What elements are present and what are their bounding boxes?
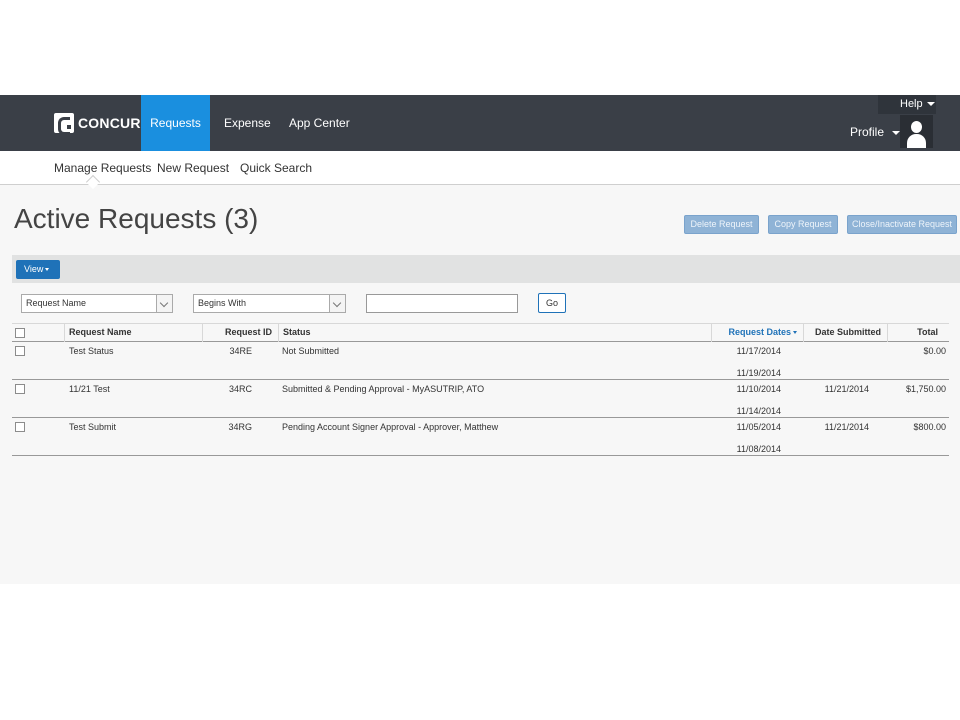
subnav-manage-requests[interactable]: Manage Requests — [54, 161, 151, 175]
request-id-cell: 34RE — [229, 346, 252, 356]
chevron-down-icon — [926, 102, 935, 107]
concur-logo[interactable]: CONCUR — [54, 113, 141, 135]
user-avatar-icon — [911, 121, 922, 133]
subnav-new-request[interactable]: New Request — [157, 161, 229, 175]
request-end-date-cell: 11/08/2014 — [736, 444, 781, 454]
request-end-date-cell: 11/19/2014 — [736, 368, 781, 378]
requests-table: Request Name Request ID Status Request D… — [12, 323, 949, 456]
request-name-cell[interactable]: 11/21 Test — [69, 384, 110, 394]
help-label: Help — [900, 98, 923, 110]
concur-logo-icon — [54, 113, 74, 135]
sort-descending-icon — [793, 331, 797, 335]
chevron-down-icon[interactable] — [156, 295, 172, 312]
filter-operator-select[interactable]: Begins With — [193, 294, 346, 313]
request-id-cell: 34RG — [228, 422, 252, 432]
column-header-total[interactable]: Total — [887, 324, 949, 342]
top-navigation-bar: CONCUR Requests Expense App Center Help … — [0, 95, 960, 151]
chevron-down-icon[interactable] — [329, 295, 345, 312]
date-submitted-cell: 11/21/2014 — [824, 384, 869, 394]
request-start-date-cell: 11/17/2014 — [736, 346, 781, 356]
app-frame: CONCUR Requests Expense App Center Help … — [0, 95, 960, 584]
table-header: Request Name Request ID Status Request D… — [12, 323, 949, 342]
page-title: Active Requests (3) — [14, 203, 259, 234]
column-header-date-submitted[interactable]: Date Submitted — [803, 324, 887, 342]
total-cell: $0.00 — [923, 346, 946, 356]
request-end-date-cell: 11/14/2014 — [736, 406, 781, 416]
total-cell: $1,750.00 — [905, 384, 946, 394]
status-cell: Submitted & Pending Approval - MyASUTRIP… — [282, 384, 485, 394]
column-header-request-dates[interactable]: Request Dates — [711, 324, 803, 342]
tab-app-center[interactable]: App Center — [275, 95, 364, 151]
filter-field-value: Request Name — [26, 298, 87, 308]
view-menu-button[interactable]: View — [16, 260, 60, 279]
request-start-date-cell: 11/10/2014 — [736, 384, 781, 394]
user-avatar-body — [907, 134, 926, 148]
select-all-checkbox[interactable] — [15, 328, 25, 338]
profile-menu[interactable]: Profile — [850, 125, 901, 139]
row-checkbox[interactable] — [15, 384, 25, 394]
profile-label: Profile — [850, 125, 885, 139]
request-name-cell[interactable]: Test Status — [69, 346, 114, 356]
row-checkbox[interactable] — [15, 422, 25, 432]
tab-requests[interactable]: Requests — [141, 95, 210, 151]
tab-expense[interactable]: Expense — [210, 95, 285, 151]
column-header-request-name[interactable]: Request Name — [64, 324, 202, 342]
view-toolbar: View — [12, 255, 960, 283]
sub-navigation: Manage Requests New Request Quick Search — [0, 151, 960, 190]
status-cell: Pending Account Signer Approval - Approv… — [282, 422, 499, 432]
filter-operator-value: Begins With — [198, 298, 247, 308]
avatar[interactable] — [900, 115, 933, 148]
view-label: View — [24, 264, 44, 274]
chevron-down-icon — [892, 130, 901, 135]
search-input[interactable] — [366, 294, 518, 313]
filter-field-select[interactable]: Request Name — [21, 294, 173, 313]
active-indicator — [85, 174, 101, 190]
column-header-request-id[interactable]: Request ID — [202, 324, 278, 342]
row-checkbox[interactable] — [15, 346, 25, 356]
subnav-quick-search[interactable]: Quick Search — [240, 161, 312, 175]
column-header-status[interactable]: Status — [278, 324, 711, 342]
close-inactivate-request-button[interactable]: Close/Inactivate Request — [847, 215, 957, 234]
go-button[interactable]: Go — [538, 293, 566, 313]
logo-text: CONCUR — [78, 115, 141, 131]
request-name-cell[interactable]: Test Submit — [69, 422, 116, 432]
table-row[interactable]: Test Status 34RE Not Submitted 11/17/201… — [12, 342, 949, 380]
help-menu[interactable]: Help — [878, 95, 936, 114]
request-id-cell: 34RC — [228, 384, 252, 394]
date-submitted-cell: 11/21/2014 — [824, 422, 869, 432]
copy-request-button[interactable]: Copy Request — [768, 215, 838, 234]
status-cell: Not Submitted — [282, 346, 340, 356]
request-start-date-cell: 11/05/2014 — [736, 422, 781, 432]
delete-request-button[interactable]: Delete Request — [684, 215, 759, 234]
table-row[interactable]: 11/21 Test 34RC Submitted & Pending Appr… — [12, 380, 949, 418]
table-row[interactable]: Test Submit 34RG Pending Account Signer … — [12, 418, 949, 456]
request-dates-label: Request Dates — [728, 327, 791, 337]
chevron-down-icon — [45, 268, 50, 272]
total-cell: $800.00 — [913, 422, 946, 432]
